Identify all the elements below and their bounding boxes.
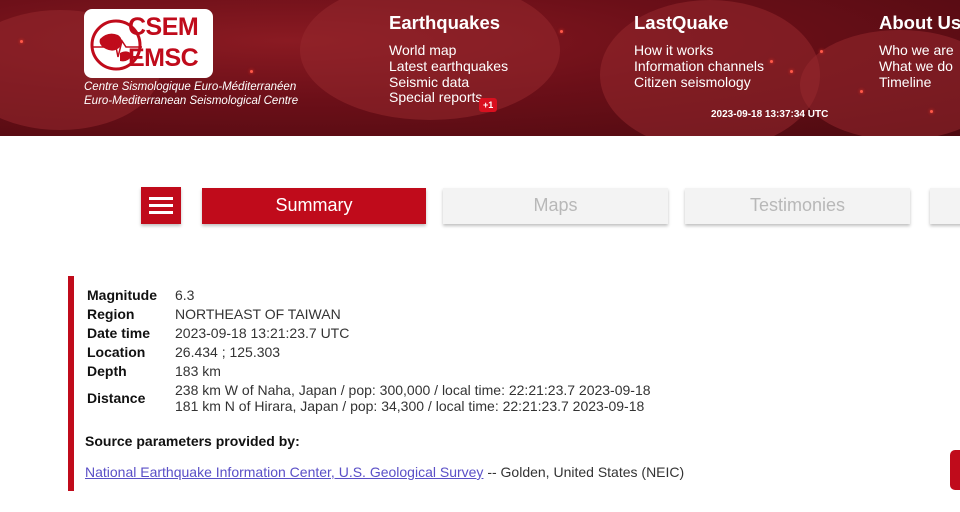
magnitude-label: Magnitude	[87, 287, 157, 303]
location-label: Location	[87, 344, 146, 360]
map-light-dot	[20, 40, 23, 43]
nav-link-who-we-are[interactable]: Who we are	[879, 42, 960, 59]
special-reports-badge: +1	[479, 98, 498, 112]
distance-label: Distance	[87, 390, 146, 406]
date-time-value: 2023-09-18 13:21:23.7 UTC	[175, 325, 350, 341]
source-location: -- Golden, United States (NEIC)	[483, 464, 685, 480]
tab-next[interactable]	[930, 188, 960, 224]
depth-label: Depth	[87, 363, 127, 379]
map-light-dot	[790, 70, 793, 73]
utc-clock: 2023-09-18 13:37:34 UTC	[711, 109, 829, 120]
tagline-english: Euro-Mediterranean Seismological Centre	[84, 95, 299, 107]
nav-heading-about-us[interactable]: About Us	[879, 12, 960, 34]
site-logo[interactable]: CSEM EMSC	[84, 9, 213, 78]
magnitude-value: 6.3	[175, 287, 195, 303]
nav-earthquakes: Earthquakes World map Latest earthquakes…	[389, 12, 508, 106]
logo-text-emsc: EMSC	[128, 44, 199, 72]
nav-link-world-map[interactable]: World map	[389, 42, 508, 59]
nav-link-seismic-data[interactable]: Seismic data	[389, 74, 508, 91]
map-light-dot	[250, 70, 253, 73]
hamburger-menu-button[interactable]	[141, 187, 181, 224]
distance-value-naha: 238 km W of Naha, Japan / pop: 300,000 /…	[175, 382, 651, 398]
hamburger-icon	[149, 211, 173, 214]
nav-heading-lastquake[interactable]: LastQuake	[634, 12, 764, 34]
distance-value-hirara: 181 km N of Hirara, Japan / pop: 34,300 …	[175, 398, 645, 414]
source-title: Source parameters provided by:	[85, 433, 300, 449]
nav-link-timeline[interactable]: Timeline	[879, 74, 960, 91]
map-light-dot	[770, 60, 773, 63]
nav-heading-earthquakes[interactable]: Earthquakes	[389, 12, 508, 34]
map-light-dot	[930, 110, 933, 113]
region-label: Region	[87, 306, 135, 322]
source-agency-link[interactable]: National Earthquake Information Center, …	[85, 464, 483, 480]
nav-link-latest-earthquakes[interactable]: Latest earthquakes	[389, 58, 508, 75]
nav-lastquake: LastQuake How it works Information chann…	[634, 12, 764, 90]
nav-link-how-it-works[interactable]: How it works	[634, 42, 764, 59]
side-feedback-tab[interactable]	[950, 450, 960, 490]
tagline-french: Centre Sismologique Euro-Méditerranéen	[84, 81, 297, 93]
map-light-dot	[860, 90, 863, 93]
logo-text-csem: CSEM	[128, 13, 199, 41]
location-value: 26.434 ; 125.303	[175, 344, 281, 360]
date-time-label: Date time	[87, 325, 151, 341]
tab-summary[interactable]: Summary	[202, 188, 426, 224]
tab-maps[interactable]: Maps	[443, 188, 668, 224]
map-light-dot	[560, 30, 563, 33]
depth-value: 183 km	[175, 363, 221, 379]
hamburger-icon	[149, 197, 173, 200]
tab-testimonies[interactable]: Testimonies	[685, 188, 910, 224]
nav-link-citizen-seismology[interactable]: Citizen seismology	[634, 74, 764, 91]
info-accent-bar	[68, 276, 74, 491]
nav-about-us: About Us Who we are What we do Timeline	[879, 12, 960, 90]
nav-link-information-channels[interactable]: Information channels	[634, 58, 764, 75]
region-value: NORTHEAST OF TAIWAN	[175, 306, 341, 322]
nav-link-what-we-do[interactable]: What we do	[879, 58, 960, 75]
map-light-dot	[820, 50, 823, 53]
hamburger-icon	[149, 204, 173, 207]
source-line: National Earthquake Information Center, …	[85, 464, 684, 480]
site-header: CSEM EMSC Centre Sismologique Euro-Médit…	[0, 0, 960, 136]
